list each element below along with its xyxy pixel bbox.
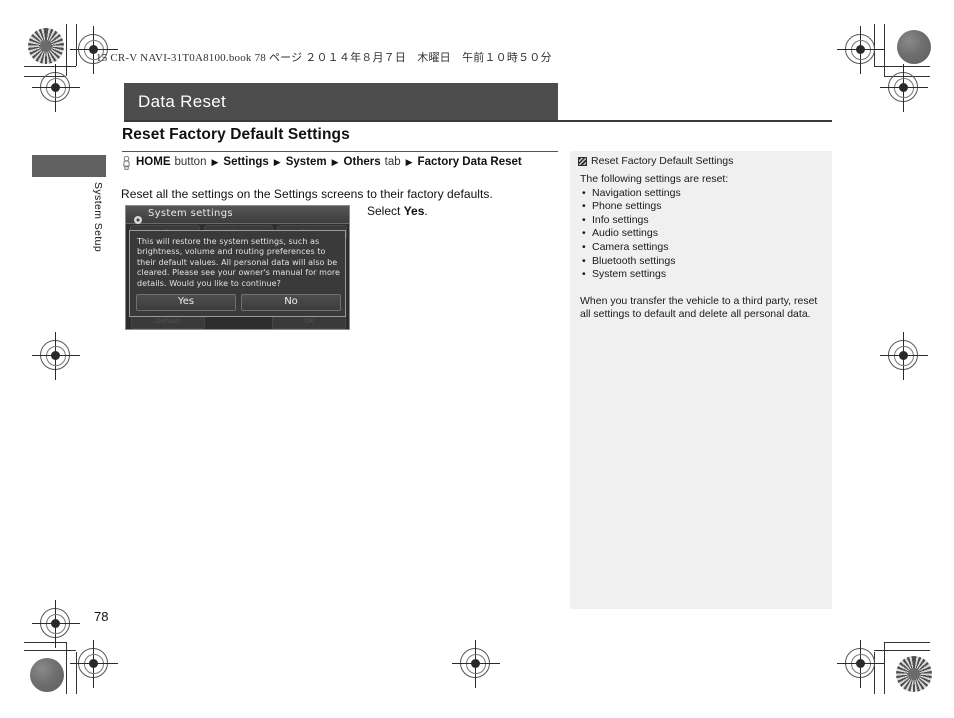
breadcrumb-item-home[interactable]: HOME [136, 156, 171, 168]
breadcrumb-arrow-icon: ▶ [273, 156, 281, 167]
section-heading: Reset Factory Default Settings [122, 126, 350, 143]
list-item: System settings [582, 268, 824, 282]
breadcrumb-rule [122, 151, 558, 152]
select-instruction-target: Yes [403, 204, 425, 218]
note-body: The following settings are reset: Naviga… [580, 173, 824, 322]
chapter-tab-marker [32, 155, 106, 177]
title-underline-rule [124, 120, 832, 122]
device-default-button[interactable]: Default [131, 315, 205, 329]
device-ok-button[interactable]: OK [272, 315, 346, 329]
intro-paragraph: Reset all the settings on the Settings s… [121, 187, 493, 201]
breadcrumb-item-factory-data-reset[interactable]: Factory Data Reset [418, 156, 522, 168]
page-title-bar: Data Reset [124, 83, 558, 121]
list-item: Camera settings [582, 241, 824, 255]
breadcrumb-item-settings[interactable]: Settings [223, 156, 268, 168]
breadcrumb: HOME button ▶ Settings ▶ System ▶ Others… [122, 155, 522, 170]
dialog-button-row: Yes No [136, 294, 341, 311]
breadcrumb-item-system[interactable]: System [286, 156, 327, 168]
list-item: Info settings [582, 214, 824, 228]
note-reference-icon [578, 156, 587, 166]
breadcrumb-arrow-icon: ▶ [331, 156, 339, 167]
page-title: Data Reset [138, 92, 227, 111]
manual-page: System Setup Data Reset Reset Factory De… [0, 0, 954, 718]
note-heading-label: Reset Factory Default Settings [591, 155, 734, 167]
chapter-tab-label: System Setup [92, 182, 104, 253]
list-item: Bluetooth settings [582, 255, 824, 269]
breadcrumb-item-tab-word: tab [384, 156, 401, 168]
hand-pointer-icon [122, 155, 131, 170]
dialog-message: This will restore the system settings, s… [137, 237, 341, 288]
select-instruction-suffix: . [424, 204, 428, 218]
breadcrumb-item-others[interactable]: Others [344, 156, 381, 168]
select-instruction-prefix: Select [367, 204, 404, 218]
note-heading: Reset Factory Default Settings [578, 155, 733, 167]
note-paragraph: When you transfer the vehicle to a third… [580, 294, 818, 321]
gear-icon [133, 210, 142, 224]
breadcrumb-item-button-word: button [174, 156, 207, 168]
list-item: Navigation settings [582, 187, 824, 201]
device-title-bar: System settings [126, 206, 349, 224]
note-lead-text: The following settings are reset: [580, 173, 729, 185]
device-title-label: System settings [148, 208, 233, 219]
list-item: Audio settings [582, 227, 824, 241]
select-instruction: Select Yes. [367, 204, 428, 218]
device-screenshot: System settings Voice Recog Wallpaper Ot… [125, 205, 350, 330]
dialog-yes-button[interactable]: Yes [136, 294, 236, 311]
dialog-no-button[interactable]: No [241, 294, 341, 311]
breadcrumb-arrow-icon: ▶ [211, 156, 219, 167]
confirmation-dialog: This will restore the system settings, s… [129, 230, 346, 317]
list-item: Phone settings [582, 200, 824, 214]
note-settings-list: Navigation settings Phone settings Info … [580, 187, 824, 282]
page-number: 78 [94, 609, 109, 624]
breadcrumb-arrow-icon: ▶ [405, 156, 413, 167]
side-note-panel: Reset Factory Default Settings The follo… [570, 151, 832, 609]
